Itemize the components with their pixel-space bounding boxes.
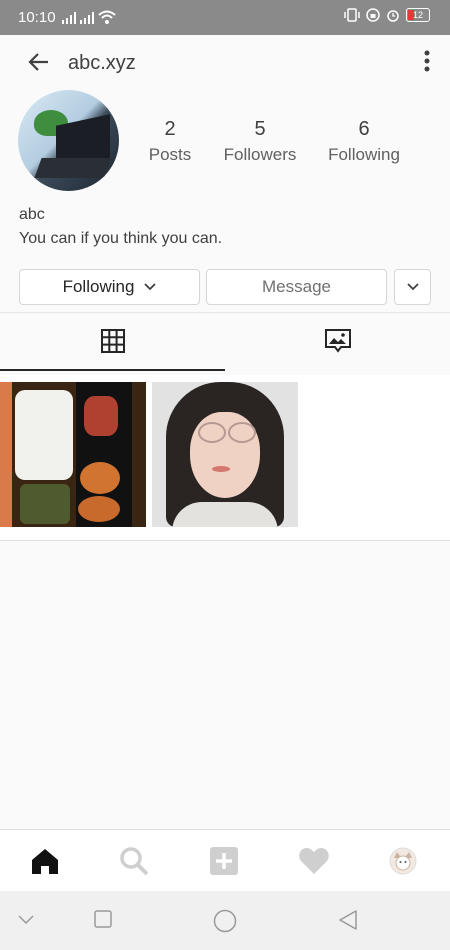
back-arrow-icon[interactable]	[28, 52, 50, 72]
heart-icon	[299, 848, 329, 874]
post-vegetables	[20, 484, 70, 524]
following-button[interactable]: Following	[19, 269, 200, 305]
nav-search[interactable]	[117, 844, 151, 878]
post-glasses-left	[198, 422, 226, 443]
post-lips	[212, 466, 230, 472]
post-thumbnail-selfie[interactable]	[152, 382, 298, 527]
system-navigation-bar	[0, 891, 450, 950]
stat-followers[interactable]: 5 Followers	[215, 118, 305, 165]
post-pepper	[84, 396, 118, 436]
message-button[interactable]: Message	[206, 269, 387, 305]
profile-icon	[389, 847, 417, 875]
recents-square-icon[interactable]	[93, 909, 113, 929]
search-icon	[120, 847, 149, 876]
signal-icon-2	[80, 12, 94, 24]
status-bar: 10:10 12	[0, 0, 450, 35]
profile-avatar[interactable]	[18, 90, 119, 191]
alarm-icon	[387, 10, 399, 22]
vibrate-icon	[344, 8, 360, 22]
back-triangle-icon[interactable]	[337, 909, 359, 931]
following-label: Following	[328, 145, 400, 164]
post-shirt	[172, 502, 278, 527]
bottom-navigation	[0, 829, 450, 892]
nav-add[interactable]	[207, 844, 241, 878]
avatar-keyboard	[34, 158, 112, 178]
add-icon	[210, 847, 238, 875]
profile-name: abc	[19, 206, 45, 223]
battery-level: 12	[412, 10, 423, 20]
collapse-chevron-icon[interactable]	[18, 915, 34, 925]
followers-label: Followers	[223, 145, 297, 164]
status-time: 10:10	[18, 9, 56, 26]
profile-bio: You can if you think you can.	[19, 230, 223, 247]
username-title: abc.xyz	[68, 52, 136, 74]
tab-tagged[interactable]	[225, 313, 450, 369]
nav-activity[interactable]	[297, 844, 331, 878]
nav-home[interactable]	[28, 844, 62, 878]
post-meat-2	[78, 496, 120, 522]
chevron-down-icon	[144, 283, 157, 291]
signal-icon	[62, 12, 76, 24]
chevron-down-icon	[406, 283, 419, 291]
nav-profile[interactable]	[386, 844, 420, 878]
stat-posts[interactable]: 2 Posts	[140, 118, 200, 165]
posts-label: Posts	[148, 145, 192, 164]
profile-header: abc.xyz	[0, 35, 450, 93]
grid-icon	[100, 329, 125, 353]
home-circle-icon[interactable]	[213, 909, 237, 933]
followers-count: 5	[254, 118, 266, 140]
message-button-label: Message	[262, 277, 331, 296]
stat-following[interactable]: 6 Following	[320, 118, 408, 165]
profile-tabs	[0, 312, 450, 371]
post-glasses-right	[228, 422, 256, 443]
post-rice	[15, 390, 73, 480]
post-grid	[0, 375, 450, 541]
home-icon	[32, 849, 58, 874]
posts-count: 2	[164, 118, 176, 140]
post-tray-rim	[0, 382, 12, 527]
following-button-label: Following	[62, 277, 135, 296]
more-vert-icon[interactable]	[424, 50, 430, 72]
tab-grid[interactable]	[0, 313, 225, 371]
battery-icon: 12	[406, 8, 430, 22]
post-thumbnail-food[interactable]	[0, 382, 146, 527]
wifi-icon	[98, 10, 116, 24]
tagged-icon	[324, 329, 351, 353]
lock-icon	[366, 8, 380, 22]
post-meat	[80, 462, 120, 494]
suggested-dropdown-button[interactable]	[394, 269, 431, 305]
following-count: 6	[358, 118, 370, 140]
